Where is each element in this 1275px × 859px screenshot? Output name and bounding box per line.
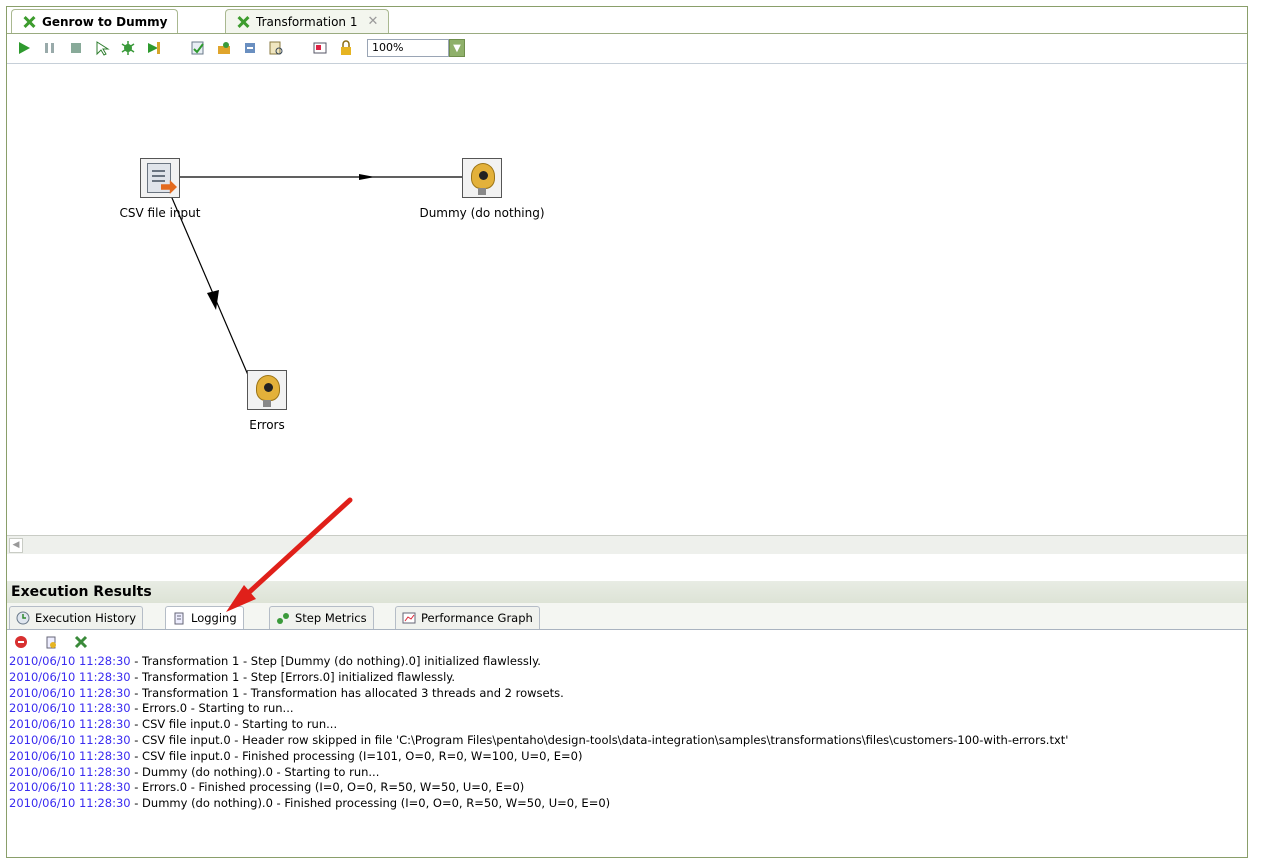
dummy-step-icon — [247, 370, 287, 410]
log-line: 2010/06/10 11:28:30 - Errors.0 - Finishe… — [9, 780, 1247, 796]
step-label: CSV file input — [119, 206, 201, 220]
performance-graph-icon — [402, 611, 416, 625]
step-dummy[interactable]: Dummy (do nothing) — [407, 158, 557, 220]
history-icon — [16, 611, 30, 625]
log-line: 2010/06/10 11:28:30 - CSV file input.0 -… — [9, 749, 1247, 765]
log-timestamp: 2010/06/10 11:28:30 — [9, 732, 131, 747]
log-message: - Errors.0 - Starting to run... — [130, 701, 294, 716]
hop-lines — [162, 174, 470, 383]
sql-icon[interactable] — [241, 39, 259, 57]
log-timestamp: 2010/06/10 11:28:30 — [9, 654, 131, 668]
tab-label: Transformation 1 — [256, 14, 358, 29]
execution-results-title: Execution Results — [7, 581, 1247, 603]
log-message: - Errors.0 - Finished processing (I=0, O… — [130, 780, 525, 795]
tab-genrow-to-dummy[interactable]: Genrow to Dummy — [11, 9, 179, 33]
log-output: 2010/06/10 11:28:30 - Transformation 1 -… — [7, 654, 1247, 812]
logging-icon — [172, 611, 186, 625]
toolbar-separator — [293, 39, 303, 57]
log-timestamp: 2010/06/10 11:28:30 — [9, 764, 131, 779]
chevron-down-icon[interactable]: ▼ — [449, 39, 465, 57]
log-line: 2010/06/10 11:28:30 - Transformation 1 -… — [9, 654, 1247, 670]
debug-icon[interactable] — [119, 39, 137, 57]
log-timestamp: 2010/06/10 11:28:30 — [9, 685, 131, 700]
replay-icon[interactable] — [145, 39, 163, 57]
log-line: 2010/06/10 11:28:30 - Errors.0 - Startin… — [9, 701, 1247, 717]
scroll-left-icon[interactable]: ◀ — [9, 538, 23, 553]
toolbar: 100% ▼ — [7, 34, 1247, 62]
tab-label: Execution History — [35, 611, 137, 625]
transformation-icon — [236, 15, 250, 29]
log-timestamp: 2010/06/10 11:28:30 — [9, 701, 131, 716]
step-label: Dummy (do nothing) — [419, 206, 545, 220]
horizontal-scrollbar[interactable]: ◀ — [7, 535, 1247, 554]
hop-arrow-head — [207, 290, 219, 310]
execution-results-panel: Execution Results Execution History Logg… — [7, 581, 1247, 857]
log-timestamp: 2010/06/10 11:28:30 — [9, 780, 131, 795]
log-timestamp: 2010/06/10 11:28:30 — [9, 748, 131, 763]
log-message: - Dummy (do nothing).0 - Starting to run… — [130, 764, 380, 779]
clear-log-icon[interactable] — [73, 634, 89, 650]
spoon-window: Genrow to Dummy Transformation 1 ✕ 100% … — [6, 6, 1248, 858]
tab-execution-history[interactable]: Execution History — [9, 606, 144, 629]
log-message: - CSV file input.0 - Starting to run... — [130, 717, 338, 732]
tab-label: Logging — [191, 611, 237, 625]
log-timestamp: 2010/06/10 11:28:30 — [9, 669, 131, 684]
tab-label: Step Metrics — [295, 611, 367, 625]
log-line: 2010/06/10 11:28:30 - Dummy (do nothing)… — [9, 765, 1247, 781]
log-timestamp: 2010/06/10 11:28:30 — [9, 717, 131, 732]
close-icon[interactable]: ✕ — [367, 14, 378, 29]
preview-icon[interactable] — [93, 39, 111, 57]
verify-icon[interactable] — [189, 39, 207, 57]
log-line: 2010/06/10 11:28:30 - CSV file input.0 -… — [9, 717, 1247, 733]
log-line: 2010/06/10 11:28:30 - Transformation 1 -… — [9, 686, 1247, 702]
pause-icon[interactable] — [41, 39, 59, 57]
zoom-select[interactable]: 100% ▼ — [367, 39, 465, 57]
tab-label: Genrow to Dummy — [42, 14, 168, 29]
log-settings-icon[interactable] — [43, 634, 59, 650]
show-results-icon[interactable] — [311, 39, 329, 57]
stop-red-icon[interactable] — [13, 634, 29, 650]
toolbar-separator — [171, 39, 181, 57]
log-line: 2010/06/10 11:28:30 - Transformation 1 -… — [9, 670, 1247, 686]
step-label: Errors — [249, 418, 285, 432]
log-message: - Transformation 1 - Step [Dummy (do not… — [130, 654, 541, 668]
transformation-icon — [22, 15, 36, 29]
zoom-value[interactable]: 100% — [367, 39, 449, 57]
tab-performance-graph[interactable]: Performance Graph — [395, 606, 540, 629]
log-timestamp: 2010/06/10 11:28:30 — [9, 796, 131, 811]
stop-icon[interactable] — [67, 39, 85, 57]
hop-arrow-head — [359, 174, 375, 180]
log-message: - CSV file input.0 - Header row skipped … — [130, 732, 1069, 747]
impact-icon[interactable] — [215, 39, 233, 57]
step-metrics-icon — [276, 611, 290, 625]
csv-file-input-icon — [140, 158, 180, 198]
tab-step-metrics[interactable]: Step Metrics — [269, 606, 374, 629]
step-errors[interactable]: Errors — [212, 370, 322, 432]
log-message: - Transformation 1 - Step [Errors.0] ini… — [130, 669, 456, 684]
lock-icon[interactable] — [337, 39, 355, 57]
tab-logging[interactable]: Logging — [165, 606, 244, 629]
log-message: - CSV file input.0 - Finished processing… — [130, 748, 583, 763]
tab-bar: Genrow to Dummy Transformation 1 ✕ — [7, 7, 1247, 34]
explore-db-icon[interactable] — [267, 39, 285, 57]
log-line: 2010/06/10 11:28:30 - CSV file input.0 -… — [9, 733, 1247, 749]
tab-label: Performance Graph — [421, 611, 533, 625]
dummy-step-icon — [462, 158, 502, 198]
step-csv-file-input[interactable]: CSV file input — [105, 158, 215, 220]
transformation-canvas[interactable]: CSV file input Dummy (do nothing) Errors… — [7, 63, 1247, 554]
log-line: 2010/06/10 11:28:30 - Dummy (do nothing)… — [9, 796, 1247, 812]
tab-transformation-1[interactable]: Transformation 1 ✕ — [225, 9, 390, 33]
results-tab-bar: Execution History Logging Step Metrics P… — [7, 603, 1247, 630]
run-icon[interactable] — [15, 39, 33, 57]
log-message: - Transformation 1 - Transformation has … — [130, 685, 564, 700]
log-toolbar — [7, 630, 1247, 654]
log-message: - Dummy (do nothing).0 - Finished proces… — [130, 796, 611, 811]
